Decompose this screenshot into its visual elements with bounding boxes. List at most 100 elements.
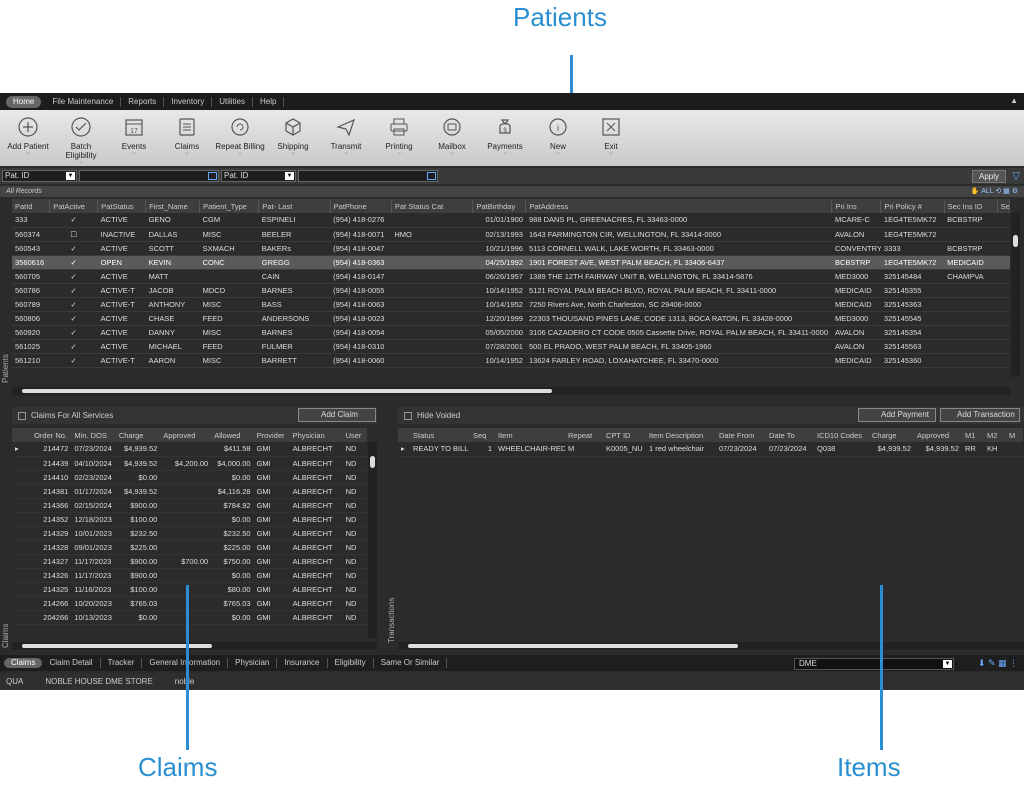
patient-row[interactable]: 560374 ☐ INACTIVE DALLAS MISC BEELER (954) 418… <box>12 227 1010 242</box>
patient-row[interactable]: 560543 ✓ ACTIVE SCOTT SXMACH BAKERs (954) 418-… <box>12 241 1010 256</box>
patients-column-header[interactable]: Sec Ins ID <box>944 199 998 213</box>
patient-row[interactable]: 560705 ✓ ACTIVE MATT CAIN (954) 418-0147 06/26… <box>12 269 1010 284</box>
transactions-column-header[interactable]: Approved <box>914 428 962 442</box>
add-transaction-button[interactable]: Add Transaction <box>940 408 1020 422</box>
claim-row[interactable]: 214366 02/15/2024 $900.00 $784.92 GMI ALBRECH… <box>12 498 367 513</box>
claims-column-header[interactable]: Order No. <box>31 428 72 442</box>
claim-row[interactable]: 214266 10/20/2023 $765.03 $765.03 GMI ALBRECH… <box>12 596 367 611</box>
claims-horizontal-scrollbar[interactable] <box>12 642 377 650</box>
claims-column-header[interactable]: User <box>342 428 367 442</box>
toolbar-shipping-button[interactable]: Shipping ○ <box>267 110 319 166</box>
add-payment-button[interactable]: Add Payment <box>858 408 936 422</box>
transactions-column-header[interactable]: M2 <box>984 428 1006 442</box>
patient-row[interactable]: 560806 ✓ ACTIVE CHASE FEED ANDERSONS (954) 418… <box>12 311 1010 326</box>
toolbar-transmit-button[interactable]: Transmit ○ <box>320 110 372 166</box>
patients-column-header[interactable]: PatActive <box>49 199 99 213</box>
menu-inventory[interactable]: Inventory <box>164 96 213 107</box>
transactions-column-header[interactable]: M <box>1006 428 1023 442</box>
claims-column-header[interactable]: Allowed <box>211 428 254 442</box>
filter-value-input-2[interactable] <box>298 170 438 182</box>
toolbar-batch-eligibility-button[interactable]: Batch Eligibility ○ <box>55 110 107 166</box>
toolbar-icons-right[interactable]: ⬇ ✎ ▦ ⋮ <box>978 658 1018 669</box>
view-options-icons[interactable]: ✋ ALL ⟲ ▦ ⚙ <box>971 186 1018 197</box>
all-toggle[interactable]: ALL <box>981 188 993 195</box>
claims-column-header[interactable]: Charge <box>115 428 161 442</box>
transactions-horizontal-scrollbar[interactable] <box>398 642 1024 650</box>
claim-row[interactable]: 214352 12/18/2023 $100.00 $0.00 GMI ALBRECHT N… <box>12 512 367 527</box>
claim-row[interactable]: 214410 02/23/2024 $0.00 $0.00 GMI ALBRECHT ND <box>12 470 367 485</box>
toolbar-new-button[interactable]: i New ○ <box>532 110 584 166</box>
patient-row[interactable]: 561210 ✓ ACTIVE-T AARON MISC BARRETT (954) 418… <box>12 353 1010 368</box>
filter-field-select-2[interactable]: Pat. ID ▼ <box>221 170 296 182</box>
patient-row[interactable]: 3560616 ✓ OPEN KEVIN CONC GREGG (954) 418-0363… <box>12 255 1010 270</box>
patients-column-header[interactable]: Se <box>997 199 1011 213</box>
menu-help[interactable]: Help <box>253 96 285 107</box>
toolbar-add-patient-button[interactable]: Add Patient ○ <box>2 110 54 166</box>
menu-home[interactable]: Home <box>6 95 42 108</box>
claims-column-header[interactable]: Physician <box>289 428 343 442</box>
patients-column-header[interactable]: PatPhone <box>330 199 392 213</box>
transactions-column-header[interactable]: Status <box>410 428 470 442</box>
hide-voided-checkbox[interactable] <box>404 411 412 420</box>
patient-row[interactable]: 560786 ✓ ACTIVE-T JACOB MDCD BARNES (954) 418-… <box>12 283 1010 298</box>
dme-select[interactable]: DME ▼ <box>794 658 954 670</box>
transactions-column-header[interactable]: Item <box>495 428 565 442</box>
claim-row[interactable]: 214381 01/17/2024 $4,939.52 $4,116.28 GMI ALB… <box>12 484 367 499</box>
patients-column-header[interactable]: Patient_Type <box>199 199 260 213</box>
patient-row[interactable]: 560920 ✓ ACTIVE DANNY MISC BARNES (954) 418-00… <box>12 325 1010 340</box>
collapse-arrow-icon[interactable]: ▲ <box>1010 96 1018 105</box>
transactions-column-header[interactable]: M1 <box>962 428 984 442</box>
menu-file-maintenance[interactable]: File Maintenance <box>45 96 122 107</box>
tab-same-or-similar[interactable]: Same Or Similar <box>374 658 448 668</box>
tab-insurance[interactable]: Insurance <box>277 658 328 668</box>
filter-value-input-1[interactable] <box>79 170 219 182</box>
claim-row[interactable]: 214328 09/01/2023 $225.00 $225.00 GMI ALBRECH… <box>12 540 367 555</box>
claim-row[interactable]: 214329 10/01/2023 $232.50 $232.50 GMI ALBRECH… <box>12 526 367 541</box>
patients-horizontal-scrollbar[interactable] <box>12 387 1010 395</box>
tab-eligibility[interactable]: Eligibility <box>328 658 374 668</box>
patients-vertical-scrollbar[interactable] <box>1011 213 1020 377</box>
tab-claim-detail[interactable]: Claim Detail <box>42 658 101 668</box>
transaction-row[interactable]: ▸ READY TO BILL 1 WHEELCHAIR-RED M K0005_NU 1 … <box>398 442 1023 457</box>
claims-column-header[interactable]: Approved <box>160 428 212 442</box>
toolbar-mailbox-button[interactable]: Mailbox ○ <box>426 110 478 166</box>
apply-filter-button[interactable]: Apply <box>971 170 1006 183</box>
tab-tracker[interactable]: Tracker <box>101 658 143 668</box>
patient-row[interactable]: 560789 ✓ ACTIVE-T ANTHONY MISC BASS (954) 418-… <box>12 297 1010 312</box>
patients-column-header[interactable]: PatAddress <box>525 199 833 213</box>
transactions-column-header[interactable]: Item Description <box>646 428 716 442</box>
transactions-column-header[interactable]: ICD10 Codes <box>814 428 869 442</box>
patients-column-header[interactable]: Pri Ins <box>831 199 882 213</box>
patients-column-header[interactable]: First_Name <box>145 199 201 213</box>
claim-row[interactable]: 214327 11/17/2023 $900.00 $700.00 $750.00 GMI… <box>12 554 367 569</box>
calendar-picker-icon[interactable] <box>427 172 436 180</box>
patient-row[interactable]: 333 ✓ ACTIVE GENO CGM ESPINELI (954) 418-0276 0… <box>12 213 1010 228</box>
claim-row[interactable]: 204266 10/13/2023 $0.00 $0.00 GMI ALBRECHT ND <box>12 610 367 625</box>
toolbar-repeat-billing-button[interactable]: Repeat Billing ○ <box>214 110 266 166</box>
toolbar-exit-button[interactable]: Exit ○ <box>585 110 637 166</box>
tab-physician[interactable]: Physician <box>228 658 278 668</box>
transactions-column-header[interactable]: CPT ID <box>603 428 646 442</box>
claim-row[interactable]: 214439 04/10/2024 $4,939.52 $4,200.00 $4,000… <box>12 456 367 471</box>
claims-all-services-checkbox[interactable] <box>18 411 26 420</box>
tab-claims[interactable]: Claims <box>4 658 43 668</box>
toolbar-claims-button[interactable]: Claims ○ <box>161 110 213 166</box>
patient-row[interactable]: 561025 ✓ ACTIVE MICHAEL FEED FULMER (954) 418-… <box>12 339 1010 354</box>
patients-column-header[interactable]: Pat Status Cat <box>391 199 474 213</box>
patients-column-header[interactable]: PatStatus <box>97 199 147 213</box>
patients-column-header[interactable]: Pri Policy # <box>880 199 945 213</box>
patients-column-header[interactable]: PatBirthday <box>472 199 527 213</box>
claim-row[interactable]: ▸ 214472 07/23/2024 $4,939.52 $411.58 GMI ALBR… <box>12 442 367 457</box>
transactions-column-header[interactable]: Charge <box>869 428 914 442</box>
transactions-column-header[interactable]: Date To <box>766 428 814 442</box>
toolbar-payments-button[interactable]: $ Payments ○ <box>479 110 531 166</box>
claim-row[interactable]: 214326 11/17/2023 $900.00 $0.00 GMI ALBRECHT N… <box>12 568 367 583</box>
claims-column-header[interactable]: Provider <box>253 428 290 442</box>
claim-row[interactable]: 214325 11/16/2023 $100.00 $80.00 GMI ALBRECHT… <box>12 582 367 597</box>
filter-funnel-icon[interactable]: ▽ <box>1012 171 1020 182</box>
menu-utilities[interactable]: Utilities <box>212 96 253 107</box>
patients-column-header[interactable]: PatId <box>12 199 51 213</box>
claims-column-header[interactable]: Min. DOS <box>71 428 116 442</box>
filter-field-select-1[interactable]: Pat. ID ▼ <box>2 170 77 182</box>
toolbar-events-button[interactable]: 17 Events ○ <box>108 110 160 166</box>
